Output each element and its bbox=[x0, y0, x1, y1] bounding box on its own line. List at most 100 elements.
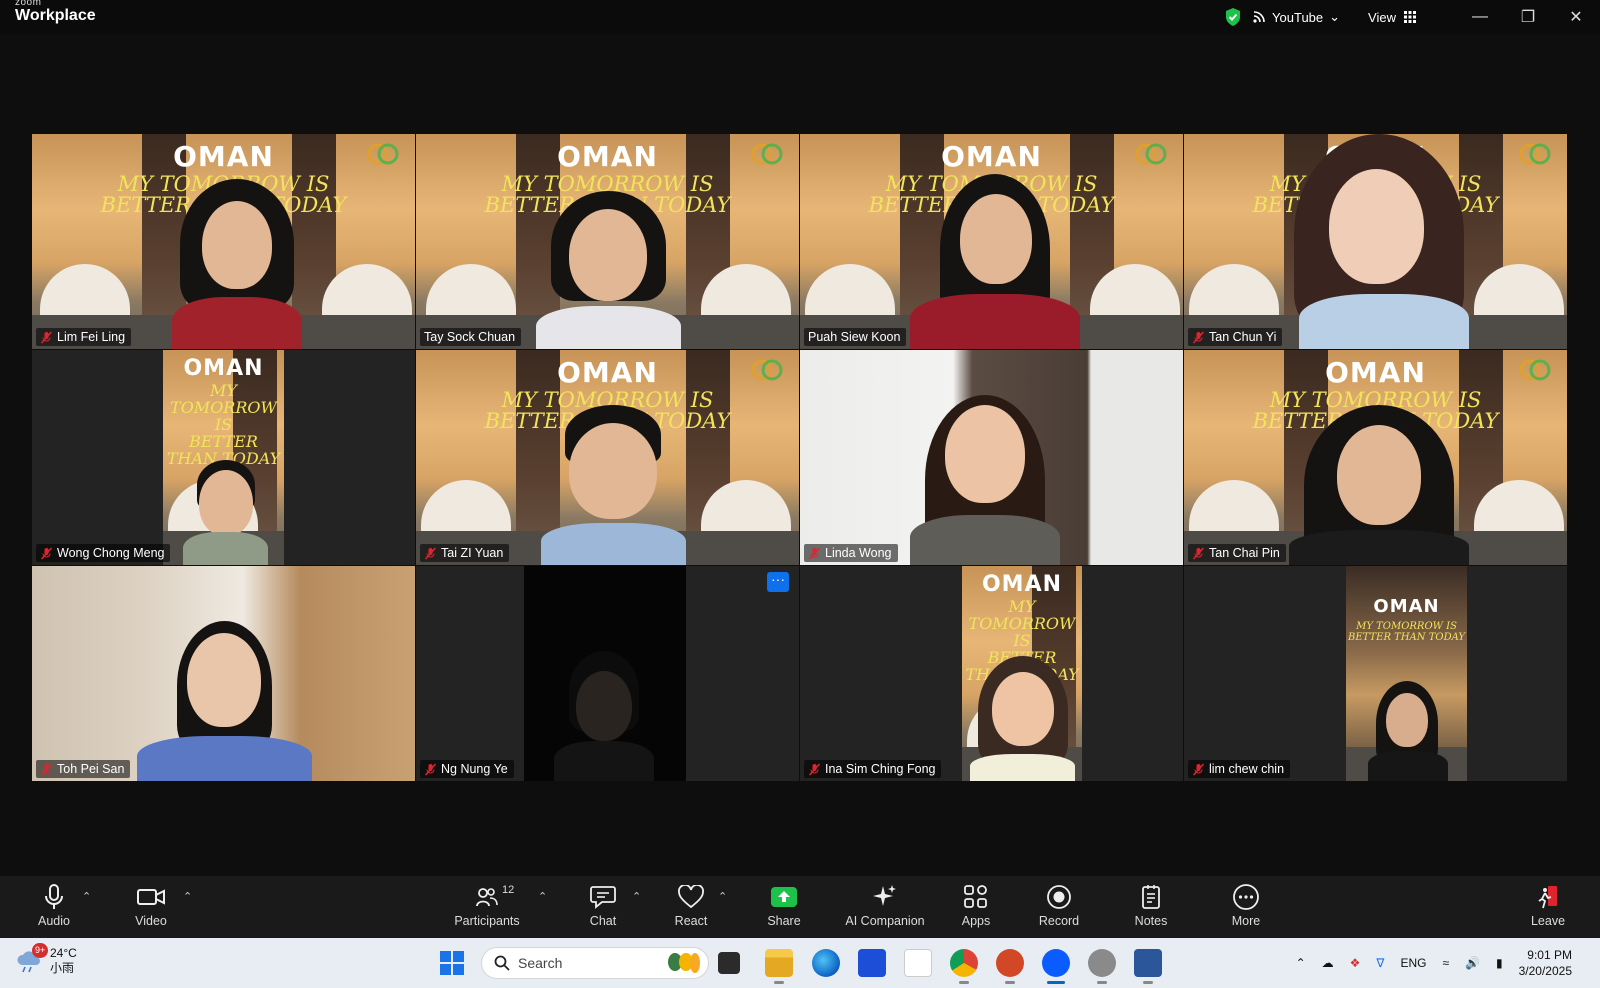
microphone-icon bbox=[45, 884, 63, 909]
live-stream-dropdown[interactable]: YouTube ⌄ bbox=[1252, 9, 1340, 25]
close-button[interactable]: ✕ bbox=[1552, 0, 1600, 34]
background-slogan: MY TOMORROW ISBETTER THAN TODAY bbox=[166, 381, 281, 468]
video-tile[interactable]: OMAN MY TOMORROW ISBETTER THAN TODAY Lim… bbox=[32, 134, 415, 349]
video-tile[interactable]: OMAN MY TOMORROW ISBETTER THAN TODAY Tan… bbox=[1184, 350, 1567, 565]
input-language[interactable]: ENG bbox=[1400, 956, 1426, 970]
portrait-video-inset bbox=[524, 566, 686, 781]
participant-nameplate: Ina Sim Ching Fong bbox=[804, 760, 942, 778]
file-explorer-icon[interactable] bbox=[765, 949, 793, 984]
apps-button[interactable]: Apps bbox=[933, 882, 1019, 928]
record-label: Record bbox=[1038, 914, 1080, 928]
participant-nameplate: Ng Nung Ye bbox=[420, 760, 514, 778]
record-icon bbox=[1047, 885, 1071, 909]
encryption-shield-icon[interactable] bbox=[1224, 7, 1242, 27]
onedrive-cloud-icon[interactable]: ☁ bbox=[1322, 956, 1334, 970]
chat-button[interactable]: Chat bbox=[560, 882, 646, 928]
video-tile[interactable]: OMAN MY TOMORROW ISBETTER THAN TODAY Tai… bbox=[416, 350, 799, 565]
powerpoint-icon[interactable] bbox=[996, 949, 1024, 984]
edge-browser-icon[interactable] bbox=[812, 949, 840, 977]
network-status-icon[interactable]: ∇ bbox=[1376, 956, 1384, 970]
video-tile[interactable]: OMAN MY TOMORROW ISBETTER THAN TODAY Tan… bbox=[1184, 134, 1567, 349]
background-title: OMAN bbox=[981, 572, 1063, 597]
restore-button[interactable]: ❐ bbox=[1504, 0, 1552, 34]
leave-button[interactable]: Leave bbox=[1506, 882, 1590, 928]
video-tile[interactable]: OMAN MY TOMORROW ISBETTER THAN TODAY Pua… bbox=[800, 134, 1183, 349]
mic-muted-icon bbox=[1192, 547, 1205, 559]
video-button[interactable]: Video bbox=[108, 882, 194, 928]
participants-count: 12 bbox=[502, 884, 515, 896]
weather-description: 小雨 bbox=[50, 961, 75, 975]
volume-icon[interactable]: 🔊 bbox=[1465, 956, 1480, 970]
taskbar-search-box[interactable]: Search bbox=[481, 947, 709, 979]
video-options-caret-icon[interactable]: ⌃ bbox=[183, 890, 192, 903]
share-button[interactable]: Share bbox=[741, 882, 827, 928]
background-title: OMAN bbox=[1373, 596, 1440, 617]
amazon-icon[interactable] bbox=[904, 949, 932, 977]
broadcast-icon bbox=[1253, 11, 1265, 23]
wifi-icon[interactable]: ≈ bbox=[1442, 956, 1449, 970]
participant-name: Ng Nung Ye bbox=[441, 762, 508, 776]
more-options-button[interactable]: ··· bbox=[767, 572, 789, 592]
zoom-app-icon[interactable] bbox=[1042, 949, 1070, 984]
brand-logo-icon bbox=[751, 143, 783, 165]
video-tile[interactable]: OMAN MY TOMORROW ISBETTER THAN TODAY Ina… bbox=[800, 566, 1183, 781]
minimize-button[interactable]: — bbox=[1456, 0, 1504, 34]
participants-options-caret-icon[interactable]: ⌃ bbox=[538, 890, 547, 903]
participant-video bbox=[1279, 405, 1479, 565]
audio-button[interactable]: Audio bbox=[11, 882, 97, 928]
weather-notification-badge: 9+ bbox=[32, 943, 49, 958]
participant-video bbox=[1279, 134, 1479, 349]
video-tile[interactable]: Linda Wong bbox=[800, 350, 1183, 565]
participant-nameplate: Tay Sock Chuan bbox=[420, 328, 522, 346]
audio-options-caret-icon[interactable]: ⌃ bbox=[82, 890, 91, 903]
chat-options-caret-icon[interactable]: ⌃ bbox=[632, 890, 641, 903]
ai-companion-button[interactable]: AI Companion bbox=[827, 882, 943, 928]
system-tray: ⌃ ☁ ❖ ∇ ENG ≈ 🔊 ▮ 9:01 PM 3/20/2025 bbox=[1296, 938, 1600, 988]
title-bar: zoom Workplace YouTube ⌄ View — ❐ ✕ bbox=[0, 0, 1600, 34]
battery-icon[interactable]: ▮ bbox=[1496, 956, 1503, 970]
video-tile[interactable]: ··· Ng Nung Ye bbox=[416, 566, 799, 781]
participant-video bbox=[541, 405, 686, 565]
participant-nameplate: Tan Chun Yi bbox=[1188, 328, 1283, 346]
participant-name: Wong Chong Meng bbox=[57, 546, 165, 560]
participant-nameplate: Tan Chai Pin bbox=[1188, 544, 1286, 562]
chrome-browser-icon[interactable] bbox=[950, 949, 978, 984]
notes-button[interactable]: Notes bbox=[1108, 882, 1194, 928]
task-view-icon[interactable] bbox=[718, 952, 740, 974]
weather-temperature: 24°C bbox=[50, 946, 77, 960]
more-button[interactable]: More bbox=[1203, 882, 1289, 928]
dropbox-icon[interactable]: ❖ bbox=[1350, 956, 1361, 970]
video-gallery: OMAN MY TOMORROW ISBETTER THAN TODAY Lim… bbox=[32, 134, 1568, 782]
windows-start-icon[interactable] bbox=[440, 951, 464, 975]
chat-icon bbox=[590, 886, 616, 909]
mic-muted-icon bbox=[40, 763, 53, 775]
background-title: OMAN bbox=[557, 140, 658, 173]
weather-widget[interactable]: 9+ 24°C 小雨 bbox=[16, 943, 77, 976]
react-button[interactable]: React bbox=[648, 882, 734, 928]
video-camera-icon bbox=[137, 889, 165, 905]
participant-video bbox=[970, 656, 1075, 781]
brand-logo-icon bbox=[751, 359, 783, 381]
background-title: OMAN bbox=[1325, 356, 1426, 389]
video-tile[interactable]: OMAN MY TOMORROW IS BETTER THAN TODAY lim… bbox=[1184, 566, 1567, 781]
background-title: OMAN bbox=[173, 140, 274, 173]
react-options-caret-icon[interactable]: ⌃ bbox=[718, 890, 727, 903]
word-icon[interactable] bbox=[1134, 949, 1162, 984]
participant-name: Tay Sock Chuan bbox=[424, 330, 516, 344]
system-clock[interactable]: 9:01 PM 3/20/2025 bbox=[1519, 947, 1572, 979]
view-button[interactable]: View bbox=[1368, 10, 1416, 25]
settings-gear-icon[interactable] bbox=[1088, 949, 1116, 984]
participant-video bbox=[536, 191, 681, 349]
video-tile[interactable]: Toh Pei San bbox=[32, 566, 415, 781]
video-tile-active-speaker[interactable]: OMAN MY TOMORROW ISBETTER THAN TODAY Tay… bbox=[416, 134, 799, 349]
clock-time: 9:01 PM bbox=[1527, 948, 1572, 962]
microsoft-store-icon[interactable] bbox=[858, 949, 886, 977]
record-button[interactable]: Record bbox=[1016, 882, 1102, 928]
show-hidden-icons-chevron-icon[interactable]: ⌃ bbox=[1296, 956, 1306, 970]
participants-button[interactable]: 12 Participants bbox=[444, 882, 530, 928]
leave-label: Leave bbox=[1530, 914, 1566, 928]
video-tile[interactable]: OMAN MY TOMORROW IS BETTER THAN TODAY Won… bbox=[32, 350, 415, 565]
heart-icon bbox=[678, 885, 704, 909]
participant-name: Tai ZI Yuan bbox=[441, 546, 504, 560]
mic-muted-icon bbox=[40, 547, 53, 559]
